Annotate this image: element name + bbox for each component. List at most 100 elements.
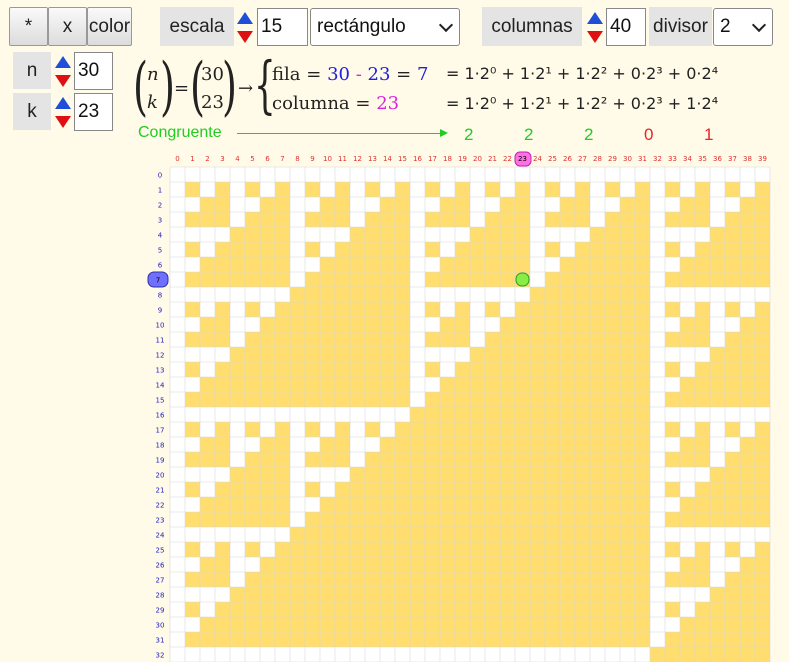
- grid-cell-filled[interactable]: [560, 197, 575, 212]
- grid-cell-filled[interactable]: [725, 602, 740, 617]
- grid-cell-filled[interactable]: [275, 242, 290, 257]
- grid-cell-filled[interactable]: [710, 467, 725, 482]
- k-input[interactable]: 23: [74, 93, 113, 131]
- grid-cell-filled[interactable]: [350, 227, 365, 242]
- grid-cell-filled[interactable]: [710, 257, 725, 272]
- grid-cell-filled[interactable]: [350, 542, 365, 557]
- grid-cell-filled[interactable]: [305, 572, 320, 587]
- grid-cell-filled[interactable]: [515, 512, 530, 527]
- grid-cell-filled[interactable]: [560, 602, 575, 617]
- grid-cell-filled[interactable]: [425, 497, 440, 512]
- grid-cell-filled[interactable]: [710, 632, 725, 647]
- grid-cell-filled[interactable]: [485, 467, 500, 482]
- grid-cell-filled[interactable]: [485, 302, 500, 317]
- grid-cell-filled[interactable]: [215, 542, 230, 557]
- grid-cell-filled[interactable]: [320, 452, 335, 467]
- grid-cell-filled[interactable]: [500, 257, 515, 272]
- grid-cell-filled[interactable]: [350, 302, 365, 317]
- grid-cell-filled[interactable]: [425, 182, 440, 197]
- grid-cell-filled[interactable]: [335, 287, 350, 302]
- grid-cell-filled[interactable]: [590, 377, 605, 392]
- grid-cell-filled[interactable]: [320, 272, 335, 287]
- grid-cell-filled[interactable]: [365, 227, 380, 242]
- grid-cell-filled[interactable]: [350, 617, 365, 632]
- grid-cell-filled[interactable]: [215, 257, 230, 272]
- grid-cell-filled[interactable]: [575, 392, 590, 407]
- grid-cell-filled[interactable]: [410, 467, 425, 482]
- grid-cell-filled[interactable]: [545, 182, 560, 197]
- grid-cell-filled[interactable]: [530, 617, 545, 632]
- grid-cell-filled[interactable]: [335, 482, 350, 497]
- grid-cell-filled[interactable]: [335, 572, 350, 587]
- grid-cell-filled[interactable]: [590, 467, 605, 482]
- grid-cell-filled[interactable]: [230, 347, 245, 362]
- grid-cell-filled[interactable]: [695, 557, 710, 572]
- grid-cell-filled[interactable]: [575, 257, 590, 272]
- grid-cell-filled[interactable]: [275, 482, 290, 497]
- grid-cell-filled[interactable]: [365, 482, 380, 497]
- grid-cell-filled[interactable]: [200, 617, 215, 632]
- grid-cell-filled[interactable]: [620, 242, 635, 257]
- grid-cell-filled[interactable]: [695, 257, 710, 272]
- grid-cell-filled[interactable]: [440, 317, 455, 332]
- grid-cell-filled[interactable]: [395, 197, 410, 212]
- grid-cell-filled[interactable]: [740, 332, 755, 347]
- k-up-arrow-icon[interactable]: [52, 93, 74, 112]
- grid-cell-filled[interactable]: [680, 647, 695, 662]
- grid-cell-filled[interactable]: [275, 302, 290, 317]
- grid-cell-filled[interactable]: [560, 212, 575, 227]
- grid-cell-filled[interactable]: [530, 467, 545, 482]
- grid-cell-filled[interactable]: [680, 572, 695, 587]
- grid-cell-filled[interactable]: [485, 617, 500, 632]
- grid-cell-filled[interactable]: [215, 317, 230, 332]
- grid-cell-filled[interactable]: [545, 497, 560, 512]
- grid-cell-filled[interactable]: [290, 302, 305, 317]
- grid-cell-filled[interactable]: [200, 257, 215, 272]
- grid-cell-filled[interactable]: [215, 242, 230, 257]
- grid-cell-filled[interactable]: [245, 242, 260, 257]
- grid-cell-filled[interactable]: [245, 422, 260, 437]
- grid-cell-filled[interactable]: [365, 542, 380, 557]
- grid-cell-filled[interactable]: [245, 632, 260, 647]
- grid-cell-filled[interactable]: [440, 422, 455, 437]
- grid-cell-filled[interactable]: [320, 527, 335, 542]
- grid-cell-filled[interactable]: [200, 572, 215, 587]
- grid-cell-filled[interactable]: [740, 377, 755, 392]
- grid-cell-filled[interactable]: [500, 332, 515, 347]
- grid-cell-filled[interactable]: [410, 602, 425, 617]
- grid-cell-filled[interactable]: [455, 542, 470, 557]
- grid-cell-filled[interactable]: [425, 482, 440, 497]
- grid-cell-filled[interactable]: [755, 647, 770, 662]
- grid-cell-filled[interactable]: [455, 377, 470, 392]
- grid-cell-filled[interactable]: [395, 527, 410, 542]
- grid-cell-filled[interactable]: [260, 362, 275, 377]
- grid-cell-filled[interactable]: [395, 227, 410, 242]
- grid-cell-filled[interactable]: [590, 332, 605, 347]
- grid-cell-filled[interactable]: [395, 422, 410, 437]
- grid-cell-filled[interactable]: [695, 212, 710, 227]
- grid-cell-filled[interactable]: [620, 407, 635, 422]
- grid-cell-filled[interactable]: [335, 587, 350, 602]
- grid-cell-filled[interactable]: [335, 317, 350, 332]
- grid-cell-filled[interactable]: [470, 557, 485, 572]
- grid-cell-filled[interactable]: [545, 332, 560, 347]
- grid-cell-filled[interactable]: [545, 302, 560, 317]
- grid-cell-filled[interactable]: [335, 197, 350, 212]
- grid-cell-filled[interactable]: [515, 197, 530, 212]
- grid-cell-filled[interactable]: [620, 287, 635, 302]
- grid-cell-filled[interactable]: [365, 452, 380, 467]
- grid-cell-filled[interactable]: [530, 602, 545, 617]
- grid-cell-filled[interactable]: [455, 557, 470, 572]
- grid-cell-filled[interactable]: [680, 512, 695, 527]
- grid-cell-filled[interactable]: [605, 527, 620, 542]
- grid-cell-filled[interactable]: [740, 587, 755, 602]
- grid-cell-filled[interactable]: [575, 512, 590, 527]
- grid-cell-filled[interactable]: [200, 392, 215, 407]
- grid-cell-filled[interactable]: [470, 227, 485, 242]
- grid-cell-filled[interactable]: [590, 587, 605, 602]
- grid-cell-filled[interactable]: [725, 572, 740, 587]
- grid-cell-filled[interactable]: [455, 182, 470, 197]
- grid-cell-filled[interactable]: [545, 482, 560, 497]
- grid-cell-filled[interactable]: [215, 617, 230, 632]
- grid-cell-filled[interactable]: [635, 212, 650, 227]
